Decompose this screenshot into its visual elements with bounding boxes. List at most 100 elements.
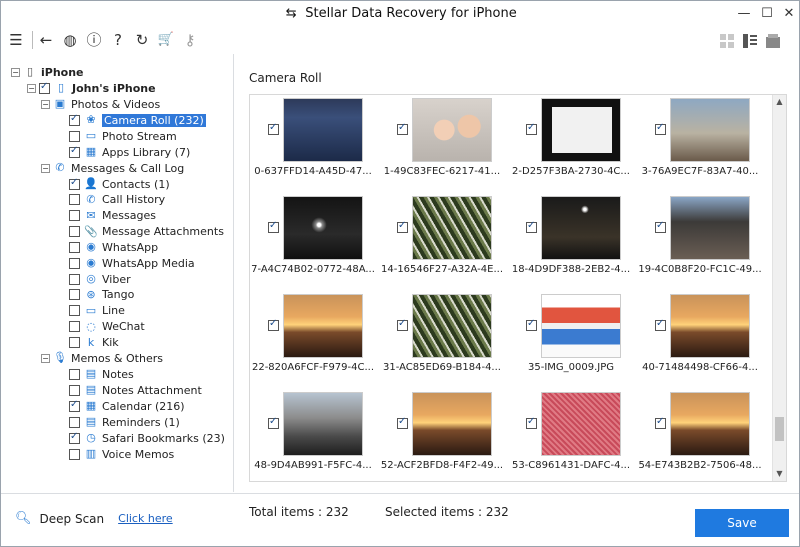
tree-item[interactable]: ▦ Apps Library (7) [69,144,190,160]
tree-item[interactable]: ✆ Call History [69,192,165,208]
refresh-icon[interactable]: ↻ [132,30,152,50]
scroll-up-icon[interactable]: ▲ [773,95,786,109]
grid-view-icon[interactable] [719,33,735,49]
tree-item[interactable]: 📎 Message Attachments [69,224,224,240]
item-checkbox[interactable] [69,194,80,206]
photo-thumbnail[interactable] [412,392,492,456]
photo-checkbox[interactable] [526,416,537,429]
tree-item[interactable]: ◷ Safari Bookmarks (23) [69,430,225,446]
item-checkbox[interactable] [69,289,80,301]
photo-thumbnail[interactable] [541,294,621,358]
tree-group-memos[interactable]: − 🎙 Memos & Others [41,350,163,366]
item-checkbox[interactable] [69,273,80,285]
photo-item[interactable]: 35-IMG_0009.JPG [508,291,638,386]
item-checkbox[interactable] [69,416,80,428]
photo-item[interactable]: 14-16546F27-A32A-4E... [379,193,509,288]
info-icon[interactable]: ⓘ [84,30,104,50]
photo-item[interactable]: 19-4C0B8F20-FC1C-49... [637,193,767,288]
list-view-icon[interactable] [742,33,758,49]
photo-item[interactable]: 52-ACF2BFD8-F4F2-49... [379,389,509,481]
menu-icon[interactable]: ☰ [6,30,26,50]
photo-item[interactable]: 53-C8961431-DAFC-4... [508,389,638,481]
item-checkbox[interactable] [69,257,80,269]
tree-root-iphone[interactable]: − ▯ iPhone [11,64,84,80]
tree-item[interactable]: ▤ Reminders (1) [69,414,180,430]
collapse-toggle[interactable]: − [41,163,50,173]
photo-thumbnail[interactable] [412,98,492,162]
item-checkbox[interactable] [69,145,80,158]
tree-device[interactable]: − ▯ John's iPhone [27,80,156,96]
photo-checkbox[interactable] [526,122,537,135]
tree-item[interactable]: ✉ Messages [69,208,156,224]
photo-checkbox[interactable] [655,122,666,135]
photo-thumbnail[interactable] [670,392,750,456]
photo-thumbnail[interactable] [283,98,363,162]
back-arrow-icon[interactable]: ← [36,30,56,50]
photo-item[interactable]: 7-A4C74B02-0772-48A... [250,193,380,288]
item-checkbox[interactable] [69,226,80,238]
tree-item[interactable]: ◎ Viber [69,271,131,287]
tree-item[interactable]: ▭ Photo Stream [69,128,177,144]
photo-item[interactable]: 31-AC85ED69-B184-4... [379,291,509,386]
item-checkbox[interactable] [69,113,80,126]
collapse-toggle[interactable]: − [11,67,20,77]
photo-item[interactable]: 3-76A9EC7F-83A7-40... [637,95,767,190]
scroll-down-icon[interactable]: ▼ [773,467,786,481]
cart-icon[interactable]: 🛒 [156,30,176,50]
photo-checkbox[interactable] [655,318,666,331]
photo-thumbnail[interactable] [670,196,750,260]
globe-icon[interactable]: ◍ [60,30,80,50]
help-icon[interactable]: ? [108,30,128,50]
collapse-toggle[interactable]: − [41,353,50,363]
photo-thumbnail[interactable] [283,294,363,358]
tree-item[interactable]: k Kik [69,335,119,351]
tree-item[interactable]: ▥ Voice Memos [69,446,174,462]
photo-checkbox[interactable] [526,318,537,331]
photo-item[interactable]: 1-49C83FEC-6217-41... [379,95,509,190]
photo-thumbnail[interactable] [283,196,363,260]
item-checkbox[interactable] [69,305,80,317]
photo-item[interactable]: 54-E743B2B2-7506-48... [637,389,767,481]
tree-item[interactable]: ◉ WhatsApp Media [69,255,195,271]
collapse-toggle[interactable]: − [41,99,50,109]
photo-item[interactable]: 48-9D4AB991-F5FC-4... [250,389,380,481]
photo-thumbnail[interactable] [541,98,621,162]
photo-thumbnail[interactable] [541,196,621,260]
key-icon[interactable]: ⚷ [180,30,200,50]
tree-item[interactable]: ◉ WhatsApp [69,239,158,255]
item-checkbox[interactable] [69,399,80,412]
photo-checkbox[interactable] [268,122,279,135]
save-button[interactable]: Save [695,509,789,537]
photo-checkbox[interactable] [397,122,408,135]
photo-checkbox[interactable] [655,220,666,233]
photo-thumbnail[interactable] [541,392,621,456]
item-checkbox[interactable] [69,321,80,333]
photo-checkbox[interactable] [268,416,279,429]
photo-item[interactable]: 40-71484498-CF66-4... [637,291,767,386]
photo-thumbnail[interactable] [283,392,363,456]
item-checkbox[interactable] [69,368,80,380]
tree-item[interactable]: 👤 Contacts (1) [69,176,170,192]
tree-item[interactable]: ▦ Calendar (216) [69,398,185,414]
photo-item[interactable]: 2-D257F3BA-2730-4C... [508,95,638,190]
tree-item[interactable]: ◌ WeChat [69,319,145,335]
collapse-toggle[interactable]: − [27,83,36,93]
photo-checkbox[interactable] [397,220,408,233]
tree-item[interactable]: ❀ Camera Roll (232) [69,112,206,128]
item-checkbox[interactable] [69,210,80,222]
photo-thumbnail[interactable] [670,294,750,358]
photo-thumbnail[interactable] [412,196,492,260]
tree-item[interactable]: ▭ Line [69,303,125,319]
tree-group-messages[interactable]: − ✆ Messages & Call Log [41,160,184,176]
photo-item[interactable]: 18-4D9DF388-2EB2-4... [508,193,638,288]
item-checkbox[interactable] [69,431,80,444]
vertical-scrollbar[interactable]: ▲ ▼ [772,95,786,481]
deep-scan-link[interactable]: Click here [118,512,173,525]
item-checkbox[interactable] [69,448,80,460]
folder-view-icon[interactable] [765,33,781,49]
photo-item[interactable]: 0-637FFD14-A45D-47... [250,95,380,190]
tree-group-photos[interactable]: − ▣ Photos & Videos [41,96,160,112]
tree-item[interactable]: ▤ Notes [69,366,134,382]
photo-checkbox[interactable] [655,416,666,429]
device-checkbox[interactable] [39,81,50,94]
